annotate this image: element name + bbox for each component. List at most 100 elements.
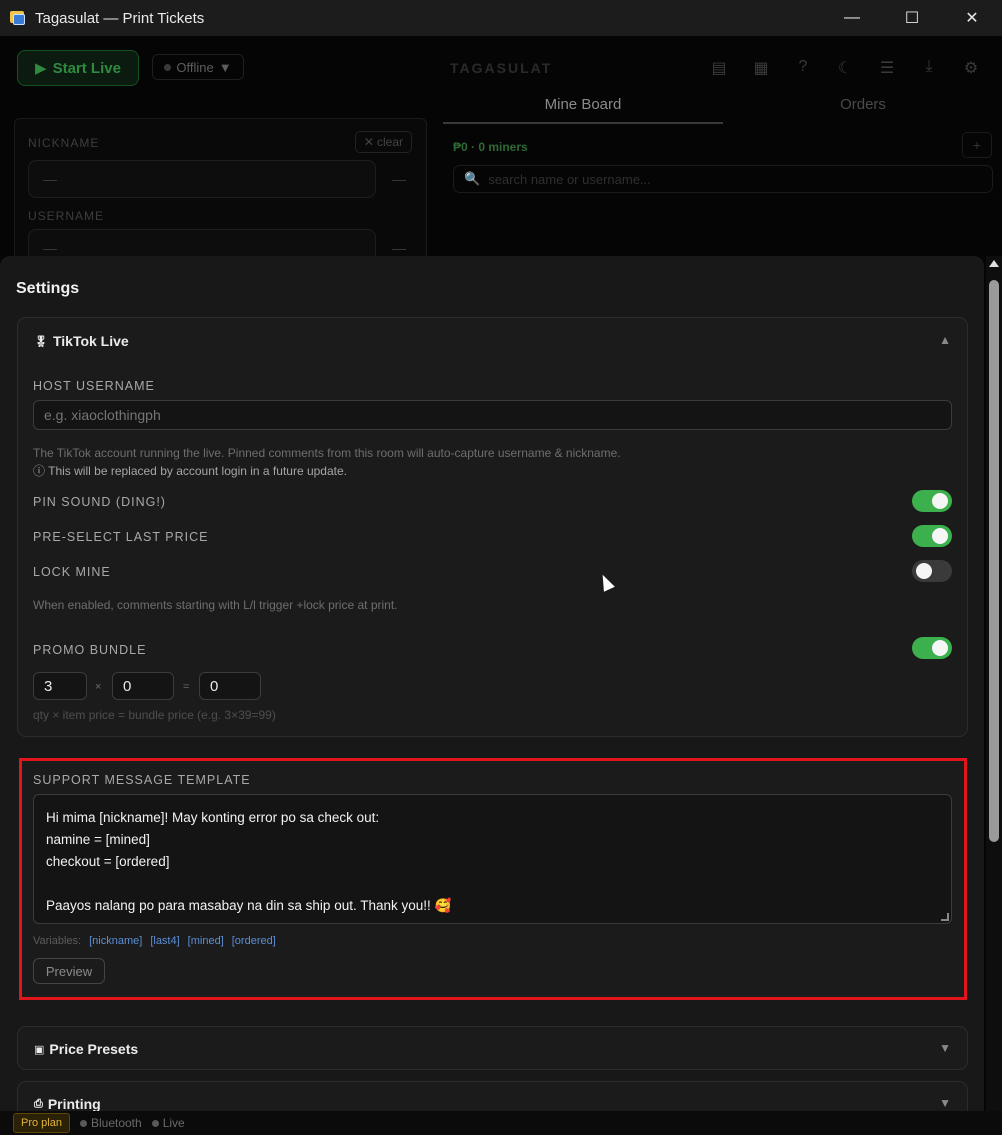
support-message-template-section: SUPPORT MESSAGE TEMPLATE Hi mima [nickna… (19, 758, 967, 1000)
miners-summary: ₱0 · 0 miners (453, 140, 528, 154)
pro-plan-badge[interactable]: Pro plan (13, 1113, 70, 1133)
moon-icon[interactable]: ☾ (834, 58, 856, 78)
add-miner-button[interactable]: + (962, 132, 992, 158)
calendar-icon[interactable]: ▦ (750, 58, 772, 78)
host-username-input[interactable] (33, 400, 952, 430)
price-presets-header[interactable]: ▣ Price Presets (34, 1041, 138, 1057)
clear-button[interactable]: ✕ clear (354, 131, 412, 153)
bluetooth-status-dot-icon (79, 1119, 87, 1127)
live-label: Live (162, 1116, 185, 1130)
board-search-input[interactable]: 🔍 search name or username... (453, 165, 993, 193)
menu-icon[interactable]: ☰ (876, 58, 898, 78)
nickname-dash: — (392, 171, 406, 187)
tiktok-live-header[interactable]: 🎖 TikTok Live (34, 333, 129, 349)
start-live-button[interactable]: ▶ Start Live (17, 50, 139, 86)
promo-bundle-label: PROMO BUNDLE (33, 643, 147, 657)
ticket-entry-panel: NICKNAME ✕ clear — — USERNAME — — (14, 118, 427, 278)
info-icon: ⓘ (33, 464, 46, 478)
promo-bundle-price-input[interactable]: 0 (199, 672, 261, 700)
app-body: ▶ Start Live Offline ▼ TAGASULAT ▤ ▦ ? ☾… (0, 36, 1002, 1111)
pin-sound-label: PIN SOUND (DING!) (33, 495, 166, 509)
printer-icon: ⎙ (34, 1097, 43, 1110)
host-username-label: HOST USERNAME (33, 379, 155, 393)
status-bar: Pro plan Bluetooth Live (0, 1111, 1002, 1135)
preselect-price-toggle[interactable] (912, 525, 952, 547)
search-icon: 🔍 (464, 171, 481, 186)
host-username-note: ⓘ This will be replaced by account login… (33, 462, 347, 480)
lock-mine-toggle[interactable] (912, 560, 952, 582)
username-label: USERNAME (28, 209, 105, 223)
status-dot-icon (164, 63, 172, 71)
variable-ordered[interactable]: [ordered] (232, 935, 276, 947)
scroll-up-icon[interactable] (989, 260, 999, 267)
nickname-label: NICKNAME (28, 136, 100, 150)
promo-item-price-input[interactable]: 0 (112, 672, 174, 700)
promo-bundle-toggle[interactable] (912, 637, 952, 659)
medal-icon: 🎖 (34, 335, 48, 348)
template-line: Hi mima [nickname]! May konting error po… (46, 810, 380, 825)
preselect-price-label: PRE-SELECT LAST PRICE (33, 530, 209, 544)
start-live-label: Start Live (52, 59, 121, 77)
printing-header[interactable]: ⎙ Printing (34, 1096, 101, 1111)
equals-sign: = (183, 681, 190, 693)
close-icon: ✕ (363, 135, 374, 149)
promo-bundle-hint: qty × item price = bundle price (e.g. 3×… (33, 708, 276, 722)
settings-scrollbar[interactable] (986, 256, 1002, 1111)
live-status-dropdown[interactable]: Offline ▼ (152, 54, 244, 80)
template-line (46, 873, 939, 895)
tab-mine-board[interactable]: Mine Board (443, 92, 723, 124)
settings-drawer: Settings 🎖 TikTok Live ▲ HOST USERNAME T… (0, 256, 984, 1111)
close-window-button[interactable]: ✕ (942, 0, 1002, 36)
board-tabs: Mine Board Orders (443, 92, 1002, 124)
price-presets-title: Price Presets (49, 1041, 139, 1057)
variables-label: Variables: (33, 935, 82, 947)
chevron-down-icon: ▼ (218, 59, 232, 75)
nickname-input[interactable]: — (28, 160, 376, 198)
times-sign: × (95, 681, 102, 693)
minimize-button[interactable]: — (822, 0, 882, 36)
printing-title: Printing (47, 1096, 101, 1111)
scrollbar-thumb[interactable] (989, 280, 999, 842)
brand-title: TAGASULAT (450, 60, 553, 76)
variable-last4[interactable]: [last4] (150, 935, 179, 947)
window-titlebar: Tagasulat — Print Tickets — ☐ ✕ (0, 0, 1002, 36)
pin-sound-toggle[interactable] (912, 490, 952, 512)
support-template-textarea[interactable]: Hi mima [nickname]! May konting error po… (33, 794, 952, 924)
price-presets-section[interactable]: ▣ Price Presets ▼ (17, 1026, 968, 1070)
window-title: Tagasulat — Print Tickets (35, 9, 205, 27)
download-icon[interactable]: ⤓ (918, 58, 940, 78)
preview-button[interactable]: Preview (33, 958, 105, 984)
play-icon: ▶ (35, 60, 47, 77)
template-line: checkout = [ordered] (46, 854, 170, 869)
variable-nickname[interactable]: [nickname] (89, 935, 142, 947)
bluetooth-status: Bluetooth (79, 1116, 142, 1130)
support-template-label: SUPPORT MESSAGE TEMPLATE (33, 773, 251, 787)
host-note-text: This will be replaced by account login i… (48, 464, 347, 478)
chevron-down-icon[interactable]: ▼ (939, 1041, 951, 1055)
tiktok-live-title: TikTok Live (52, 333, 129, 349)
search-placeholder: search name or username... (488, 171, 651, 187)
template-line: namine = [mined] (46, 832, 150, 847)
printing-section[interactable]: ⎙ Printing ▼ (17, 1081, 968, 1111)
tiktok-live-section: 🎖 TikTok Live ▲ HOST USERNAME The TikTok… (17, 317, 968, 737)
live-status-label: Offline (176, 59, 214, 75)
lock-mine-label: LOCK MINE (33, 565, 111, 579)
template-line: Paayos nalang po para masabay na din sa … (46, 898, 452, 913)
top-toolbar: ▶ Start Live Offline ▼ TAGASULAT ▤ ▦ ? ☾… (0, 36, 1002, 100)
settings-title: Settings (16, 280, 80, 297)
chart-icon[interactable]: ▤ (708, 58, 730, 78)
calculator-icon: ▣ (34, 1043, 45, 1056)
live-status-dot-icon (151, 1119, 159, 1127)
promo-qty-input[interactable]: 3 (33, 672, 87, 700)
variable-mined[interactable]: [mined] (188, 935, 224, 947)
chevron-down-icon[interactable]: ▼ (939, 1096, 951, 1110)
maximize-button[interactable]: ☐ (882, 0, 942, 36)
gear-icon[interactable]: ⚙ (960, 58, 982, 78)
tab-orders[interactable]: Orders (723, 92, 1002, 124)
help-icon[interactable]: ? (792, 58, 814, 78)
lock-mine-hint: When enabled, comments starting with L/l… (33, 598, 398, 612)
resize-handle-icon[interactable] (941, 913, 949, 921)
app-logo-icon (9, 9, 27, 27)
chevron-up-icon[interactable]: ▲ (939, 333, 951, 347)
live-status: Live (151, 1116, 185, 1130)
